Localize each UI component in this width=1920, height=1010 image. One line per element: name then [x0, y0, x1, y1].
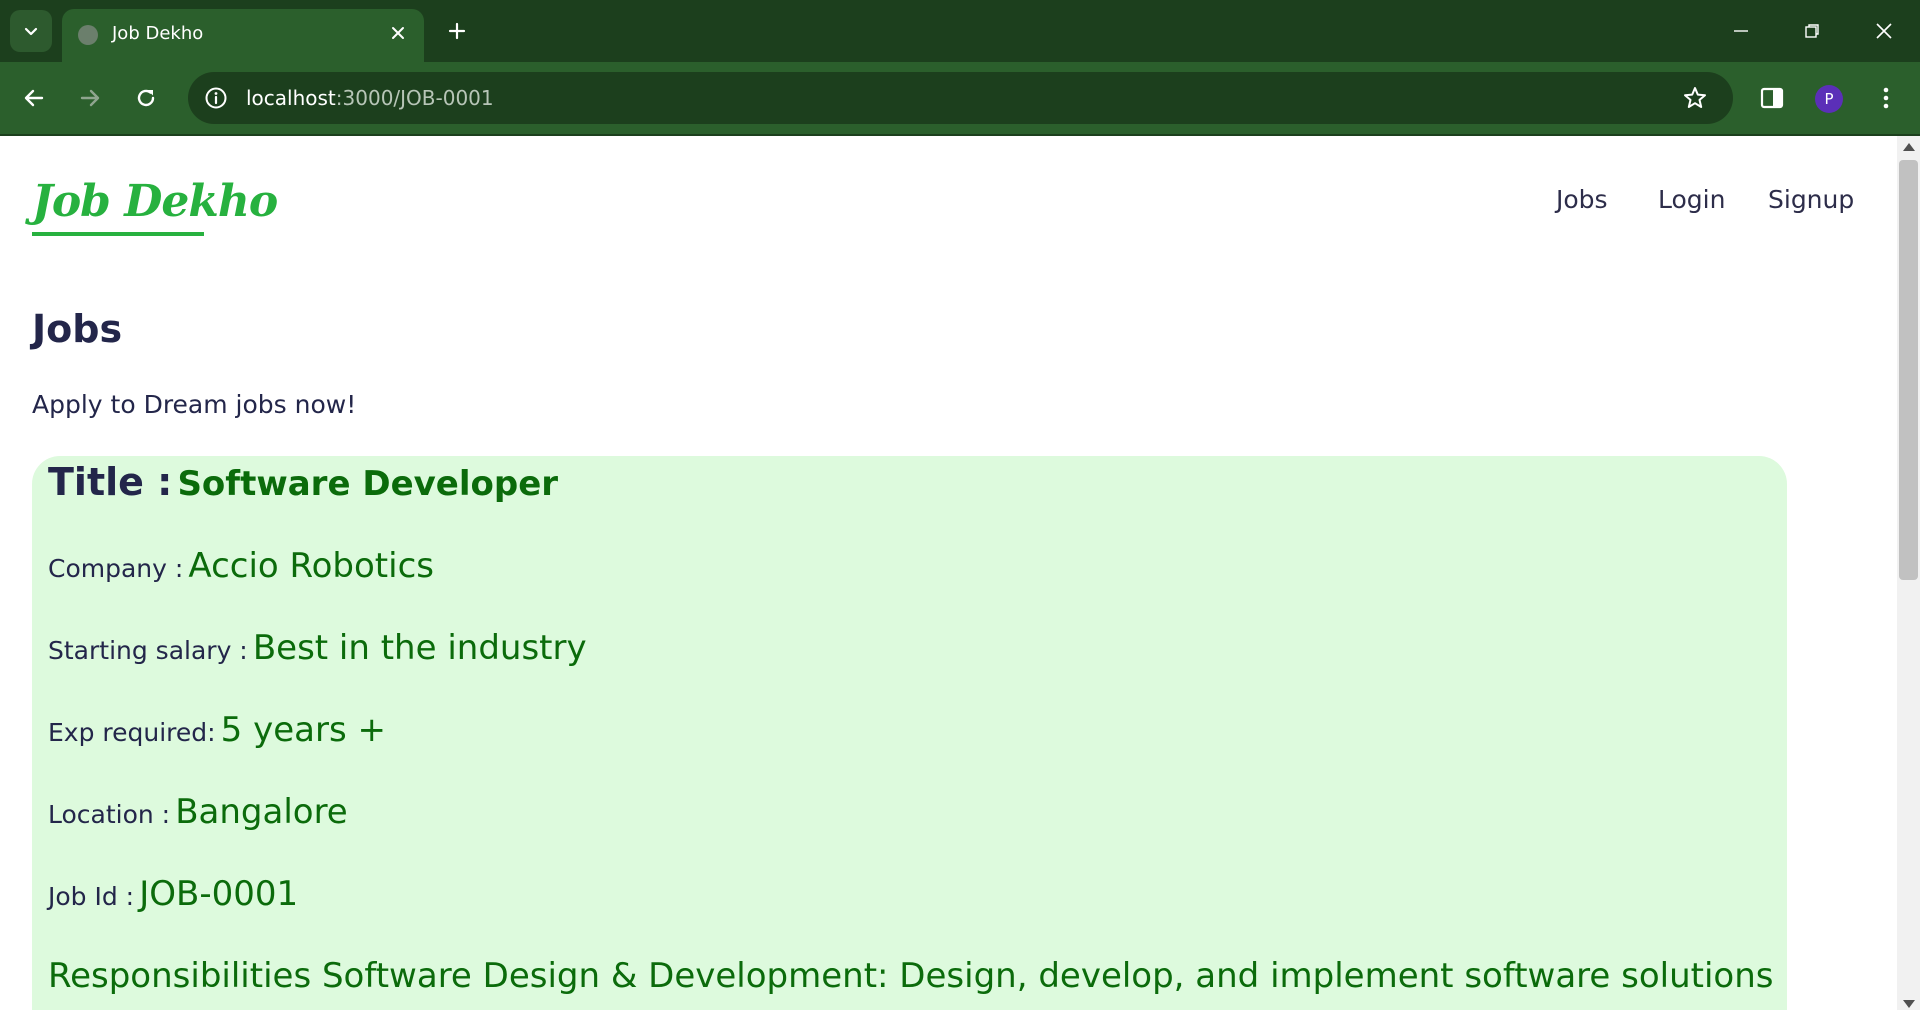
- scrollbar-thumb[interactable]: [1899, 160, 1918, 580]
- page-title: Jobs: [32, 307, 123, 351]
- minimize-button[interactable]: [1713, 8, 1769, 54]
- responsibilities-row: Responsibilities Software Design & Devel…: [48, 956, 1773, 996]
- browser-tab-active[interactable]: Job Dekho: [62, 9, 424, 62]
- experience-label: Exp required:: [48, 718, 216, 747]
- job-id-label: Job Id :: [48, 882, 135, 911]
- responsibilities-text: Responsibilities Software Design & Devel…: [48, 956, 1774, 996]
- location-label: Location :: [48, 800, 171, 829]
- url-text: localhost:3000/JOB-0001: [246, 85, 494, 111]
- nav-link-login[interactable]: Login: [1658, 180, 1725, 220]
- company-label: Company :: [48, 554, 184, 583]
- site-logo[interactable]: Job Dekho: [32, 176, 278, 228]
- plus-icon: [448, 22, 466, 40]
- site-info-button[interactable]: [202, 84, 230, 112]
- nav-link-jobs[interactable]: Jobs: [1556, 180, 1608, 220]
- more-vertical-icon: [1883, 87, 1889, 109]
- browser-menu-button[interactable]: [1866, 78, 1906, 118]
- side-panel-button[interactable]: [1752, 78, 1792, 118]
- scroll-up-arrow-icon[interactable]: [1903, 143, 1915, 151]
- restore-icon: [1805, 24, 1819, 38]
- star-icon: [1684, 87, 1706, 108]
- arrow-right-icon: [80, 89, 100, 107]
- job-title-row: Title : Software Developer: [48, 460, 558, 504]
- back-button[interactable]: [14, 78, 54, 118]
- tab-close-button[interactable]: [384, 19, 412, 47]
- restore-button[interactable]: [1784, 8, 1840, 54]
- location-row: Location : Bangalore: [48, 792, 348, 832]
- close-window-button[interactable]: [1856, 8, 1912, 54]
- job-title-label: Title :: [48, 460, 173, 504]
- job-id-row: Job Id : JOB-0001: [48, 874, 298, 914]
- close-icon: [1876, 23, 1892, 39]
- reload-button[interactable]: [126, 78, 166, 118]
- address-bar[interactable]: localhost:3000/JOB-0001: [188, 72, 1733, 124]
- salary-label: Starting salary :: [48, 636, 248, 665]
- forward-button[interactable]: [70, 78, 110, 118]
- job-title-value: Software Developer: [177, 464, 559, 504]
- profile-avatar[interactable]: P: [1815, 85, 1843, 113]
- experience-row: Exp required: 5 years +: [48, 710, 386, 750]
- salary-row: Starting salary : Best in the industry: [48, 628, 587, 668]
- minimize-icon: [1734, 30, 1748, 32]
- page-viewport: Job Dekho Jobs Login Signup Jobs Apply t…: [0, 136, 1897, 1010]
- company-row: Company : Accio Robotics: [48, 546, 434, 586]
- globe-icon: [78, 25, 98, 45]
- nav-link-signup[interactable]: Signup: [1768, 180, 1854, 220]
- tab-search-button[interactable]: [10, 10, 52, 52]
- close-icon: [392, 27, 404, 39]
- job-card: Title : Software Developer Company : Acc…: [32, 456, 1787, 1010]
- new-tab-button[interactable]: [440, 14, 474, 48]
- location-value: Bangalore: [175, 792, 348, 832]
- reload-icon: [137, 89, 155, 107]
- side-panel-icon: [1760, 87, 1784, 109]
- browser-toolbar: localhost:3000/JOB-0001 P: [0, 62, 1920, 134]
- info-icon: [205, 87, 227, 109]
- salary-value: Best in the industry: [252, 628, 587, 668]
- chevron-down-icon: [24, 27, 38, 36]
- arrow-left-icon: [24, 89, 44, 107]
- company-value: Accio Robotics: [188, 546, 434, 586]
- browser-tab-bar: Job Dekho: [0, 0, 1920, 62]
- url-host: localhost: [246, 86, 336, 110]
- job-id-value: JOB-0001: [139, 874, 299, 914]
- scroll-down-arrow-icon[interactable]: [1903, 1000, 1915, 1008]
- bookmark-button[interactable]: [1679, 82, 1711, 114]
- experience-value: 5 years +: [220, 710, 386, 750]
- logo-underline: [32, 232, 204, 236]
- page-tagline: Apply to Dream jobs now!: [32, 390, 357, 419]
- tab-title: Job Dekho: [112, 23, 204, 44]
- url-path: :3000/JOB-0001: [335, 86, 494, 110]
